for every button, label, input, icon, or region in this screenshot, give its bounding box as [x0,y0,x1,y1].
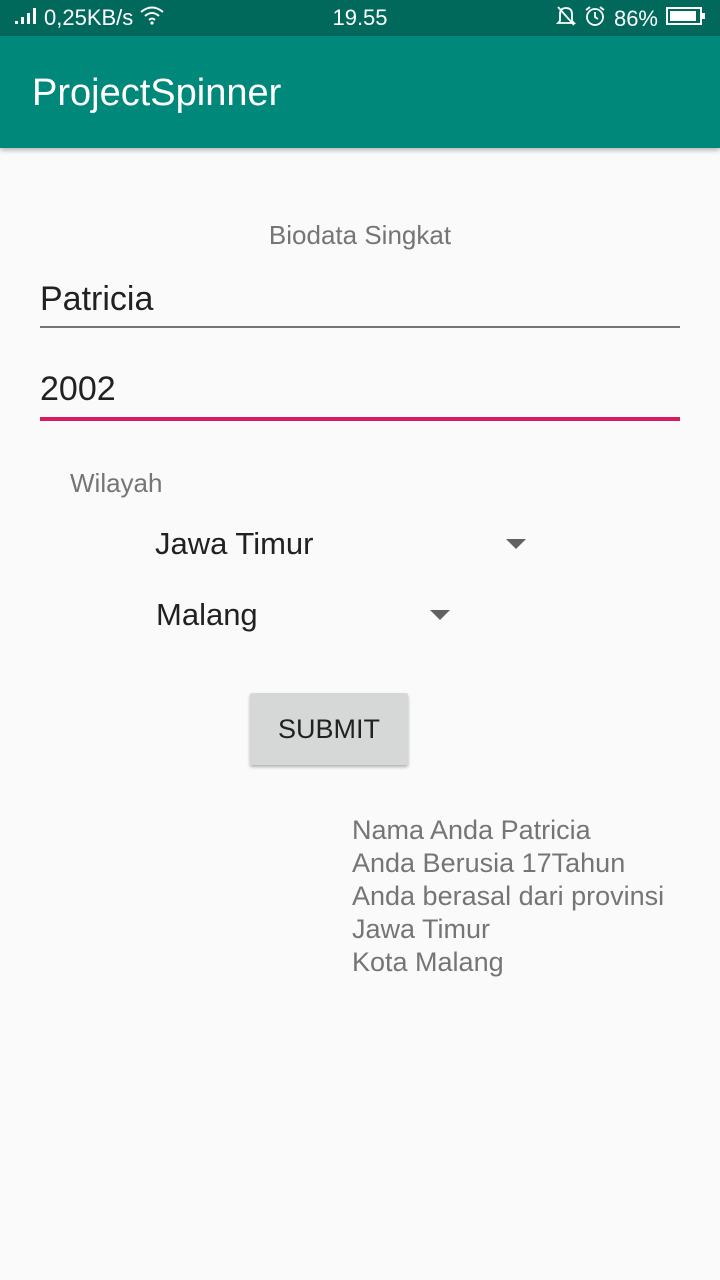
app-title: ProjectSpinner [32,72,282,114]
battery-level: 86% [613,6,658,31]
name-input-underline [40,326,680,328]
result-line: Kota Malang [352,947,504,977]
result-text: Nama Anda Patricia Anda Berusia 17Tahun … [352,814,664,979]
dropdown-arrow-icon[interactable] [506,539,526,549]
city-spinner-value[interactable]: Malang [156,597,258,633]
city-spinner[interactable]: Malang [156,590,456,640]
province-spinner[interactable]: Jawa Timur [155,519,535,569]
birth-year-input-value[interactable]: 2002 [40,370,680,409]
region-label: Wilayah [70,468,163,498]
submit-button[interactable]: SUBMIT [250,693,408,765]
birth-year-input[interactable]: 2002 [40,370,680,422]
result-line: Anda berasal dari provinsi [352,881,665,911]
notifications-off-icon [555,5,577,33]
birth-year-input-underline [40,417,680,421]
alarm-icon [584,5,606,33]
app-bar: ProjectSpinner [0,36,720,148]
dropdown-arrow-icon[interactable] [430,610,450,620]
name-input-value[interactable]: Patricia [40,280,680,319]
form-heading: Biodata Singkat [268,220,452,250]
result-line: Jawa Timur [352,914,491,944]
battery-icon [666,6,706,32]
result-line: Nama Anda Patricia [352,815,591,845]
status-bar: 0,25KB/s 19.55 86% [0,0,720,36]
name-input[interactable]: Patricia [40,280,680,330]
province-spinner-value[interactable]: Jawa Timur [155,526,313,562]
result-line: Anda Berusia 17Tahun [352,848,626,878]
